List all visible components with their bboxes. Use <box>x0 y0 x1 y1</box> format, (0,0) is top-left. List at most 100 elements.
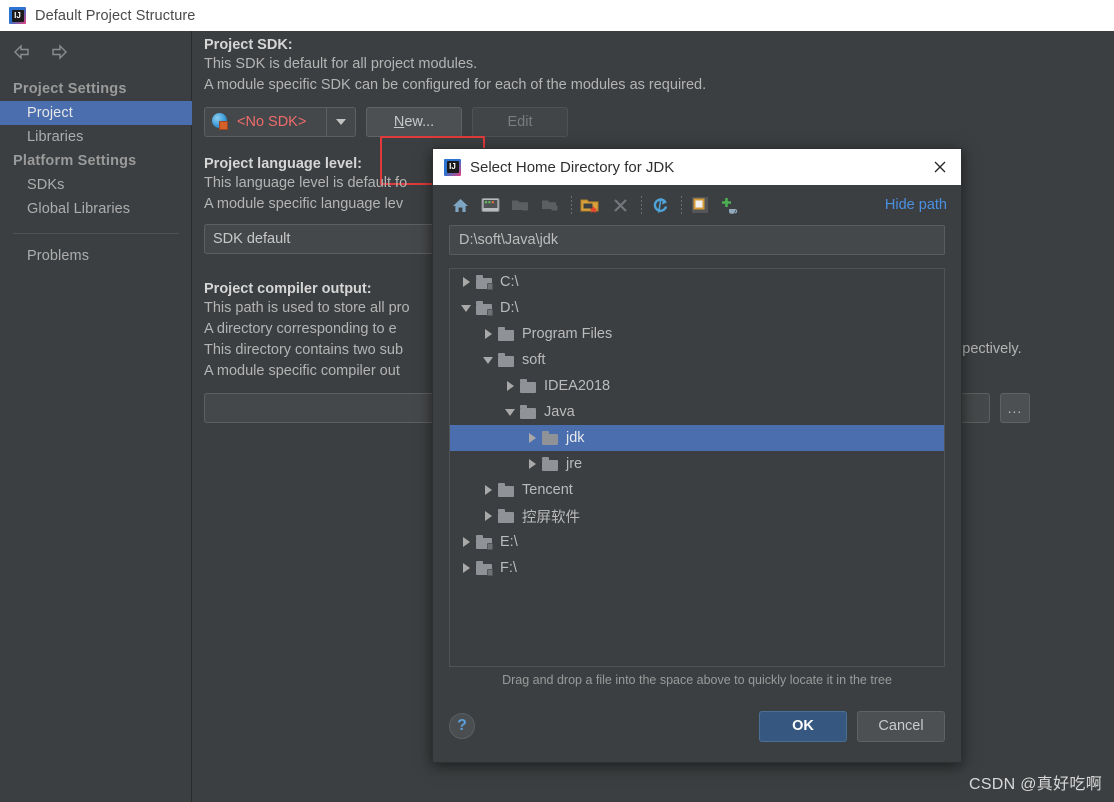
path-input[interactable]: D:\soft\Java\jdk <box>449 225 945 255</box>
tree-item-label: Java <box>544 404 575 420</box>
tree-item-label: E:\ <box>500 534 518 550</box>
dialog-body: Hide path D:\soft\Java\jdk C:\ D:\ Program… <box>433 185 961 687</box>
arrow-left-icon[interactable] <box>12 42 32 62</box>
tree-item-label: jdk <box>566 430 585 446</box>
tree-toggle-collapsed-icon[interactable] <box>456 555 476 581</box>
dialog-title: Select Home Directory for JDK <box>470 158 675 176</box>
delete-icon[interactable] <box>609 194 631 216</box>
select-home-directory-dialog: Select Home Directory for JDK <box>432 148 962 763</box>
edit-sdk-button[interactable]: Edit <box>472 107 568 137</box>
sidebar-divider <box>13 233 179 234</box>
desktop-icon[interactable] <box>479 194 501 216</box>
hide-path-link[interactable]: Hide path <box>885 197 947 213</box>
window-title: Default Project Structure <box>35 7 196 24</box>
intellij-idea-icon <box>9 7 26 24</box>
tree-item-tencent[interactable]: Tencent <box>450 477 944 503</box>
tree-item-label: 控屏软件 <box>522 509 580 526</box>
tree-item-jre[interactable]: jre <box>450 451 944 477</box>
directory-tree[interactable]: C:\ D:\ Program Files soft IDEA2018 Java jdk jr… <box>449 268 945 667</box>
dialog-titlebar: Select Home Directory for JDK <box>433 149 961 185</box>
app-root: Default Project Structure Project Settin… <box>0 0 1114 802</box>
tree-item-soft[interactable]: soft <box>450 347 944 373</box>
project-compiler-output-desc-tail: spectively. <box>955 341 1022 357</box>
tree-item-控屏软件[interactable]: 控屏软件 <box>450 503 944 529</box>
sidebar-list: Project Settings Project Libraries Platf… <box>0 77 192 268</box>
tree-item-label: Program Files <box>522 326 613 342</box>
folder-icon <box>520 379 537 393</box>
csdn-watermark: CSDN @真好吃啊 <box>968 776 1102 793</box>
arrow-right-icon[interactable] <box>49 42 69 62</box>
tree-toggle-collapsed-icon[interactable] <box>478 503 498 529</box>
new-sdk-button[interactable]: New... <box>366 107 462 137</box>
folder-icon <box>498 483 515 497</box>
sidebar-item-sdks[interactable]: SDKs <box>0 173 192 197</box>
tree-toggle-collapsed-icon[interactable] <box>500 373 520 399</box>
close-icon[interactable] <box>929 156 951 178</box>
drive-folder-icon <box>476 301 493 316</box>
new-button-label-rest: ew... <box>404 114 435 130</box>
tree-item-e[interactable]: E:\ <box>450 529 944 555</box>
tree-item-label: F:\ <box>500 560 517 576</box>
sdk-globe-icon <box>212 113 230 131</box>
tree-toggle-collapsed-icon[interactable] <box>478 321 498 347</box>
tree-toggle-collapsed-icon[interactable] <box>456 529 476 555</box>
intellij-idea-icon <box>444 158 461 176</box>
drive-folder-icon <box>476 275 493 290</box>
tree-item-jdk[interactable]: jdk <box>450 425 944 451</box>
project-sdk-value: <No SDK> <box>237 114 307 130</box>
dialog-footer: ? OK Cancel <box>433 690 961 762</box>
tree-toggle-collapsed-icon[interactable] <box>478 477 498 503</box>
help-icon[interactable]: ? <box>449 713 475 739</box>
tree-item-program files[interactable]: Program Files <box>450 321 944 347</box>
tree-item-label: D:\ <box>500 300 519 316</box>
toolbar-separator <box>681 196 682 214</box>
tree-item-java[interactable]: Java <box>450 399 944 425</box>
project-sdk-combobox[interactable]: <No SDK> <box>204 107 356 137</box>
folder-icon <box>520 405 537 419</box>
tree-toggle-expanded-icon[interactable] <box>456 295 476 321</box>
sidebar-item-problems[interactable]: Problems <box>0 244 192 268</box>
tree-item-idea2018[interactable]: IDEA2018 <box>450 373 944 399</box>
tree-item-label: soft <box>522 352 546 368</box>
ellipsis-icon[interactable]: ... <box>1000 393 1030 423</box>
new-button-mnemonic: N <box>393 114 405 130</box>
refresh-icon[interactable] <box>649 194 671 216</box>
add-jdk-icon[interactable] <box>719 194 741 216</box>
project-sdk-desc-2: A module specific SDK can be configured … <box>204 77 707 93</box>
chevron-down-icon[interactable] <box>326 108 355 136</box>
home-icon[interactable] <box>449 194 471 216</box>
tree-toggle-expanded-icon[interactable] <box>478 347 498 373</box>
ok-button[interactable]: OK <box>759 710 847 742</box>
sidebar-item-libraries[interactable]: Libraries <box>0 125 192 149</box>
cancel-button[interactable]: Cancel <box>857 710 945 742</box>
folder-icon <box>542 431 559 445</box>
tree-item-f[interactable]: F:\ <box>450 555 944 581</box>
drag-drop-hint: Drag and drop a file into the space abov… <box>502 673 892 687</box>
sidebar-item-global-libraries[interactable]: Global Libraries <box>0 197 192 221</box>
sidebar-group-project-settings: Project Settings <box>13 81 127 97</box>
tree-item-label: Tencent <box>522 482 573 498</box>
folder-icon <box>542 457 559 471</box>
dialog-toolbar: Hide path <box>433 185 961 225</box>
drive-folder-icon <box>476 561 493 576</box>
tree-item-d[interactable]: D:\ <box>450 295 944 321</box>
folder-icon <box>498 509 515 523</box>
show-hidden-icon[interactable] <box>689 194 711 216</box>
project-sdk-desc-1: This SDK is default for all project modu… <box>204 56 478 72</box>
tree-item-label: C:\ <box>500 274 519 290</box>
tree-item-c[interactable]: C:\ <box>450 269 944 295</box>
tree-item-label: IDEA2018 <box>544 378 611 394</box>
tree-toggle-collapsed-icon[interactable] <box>522 425 542 451</box>
tree-item-label: jre <box>566 456 583 472</box>
sidebar-item-project[interactable]: Project <box>0 101 192 125</box>
tree-toggle-collapsed-icon[interactable] <box>522 451 542 477</box>
tree-toggle-expanded-icon[interactable] <box>500 399 520 425</box>
module-folder-icon[interactable] <box>539 194 561 216</box>
sidebar-group-platform-settings: Platform Settings <box>13 153 137 169</box>
folder-icon <box>498 327 515 341</box>
tree-toggle-collapsed-icon[interactable] <box>456 269 476 295</box>
new-folder-icon[interactable] <box>579 194 601 216</box>
project-sdk-section: Project SDK: This SDK is default for all… <box>204 37 706 137</box>
drive-folder-icon <box>476 535 493 550</box>
project-folder-icon[interactable] <box>509 194 531 216</box>
